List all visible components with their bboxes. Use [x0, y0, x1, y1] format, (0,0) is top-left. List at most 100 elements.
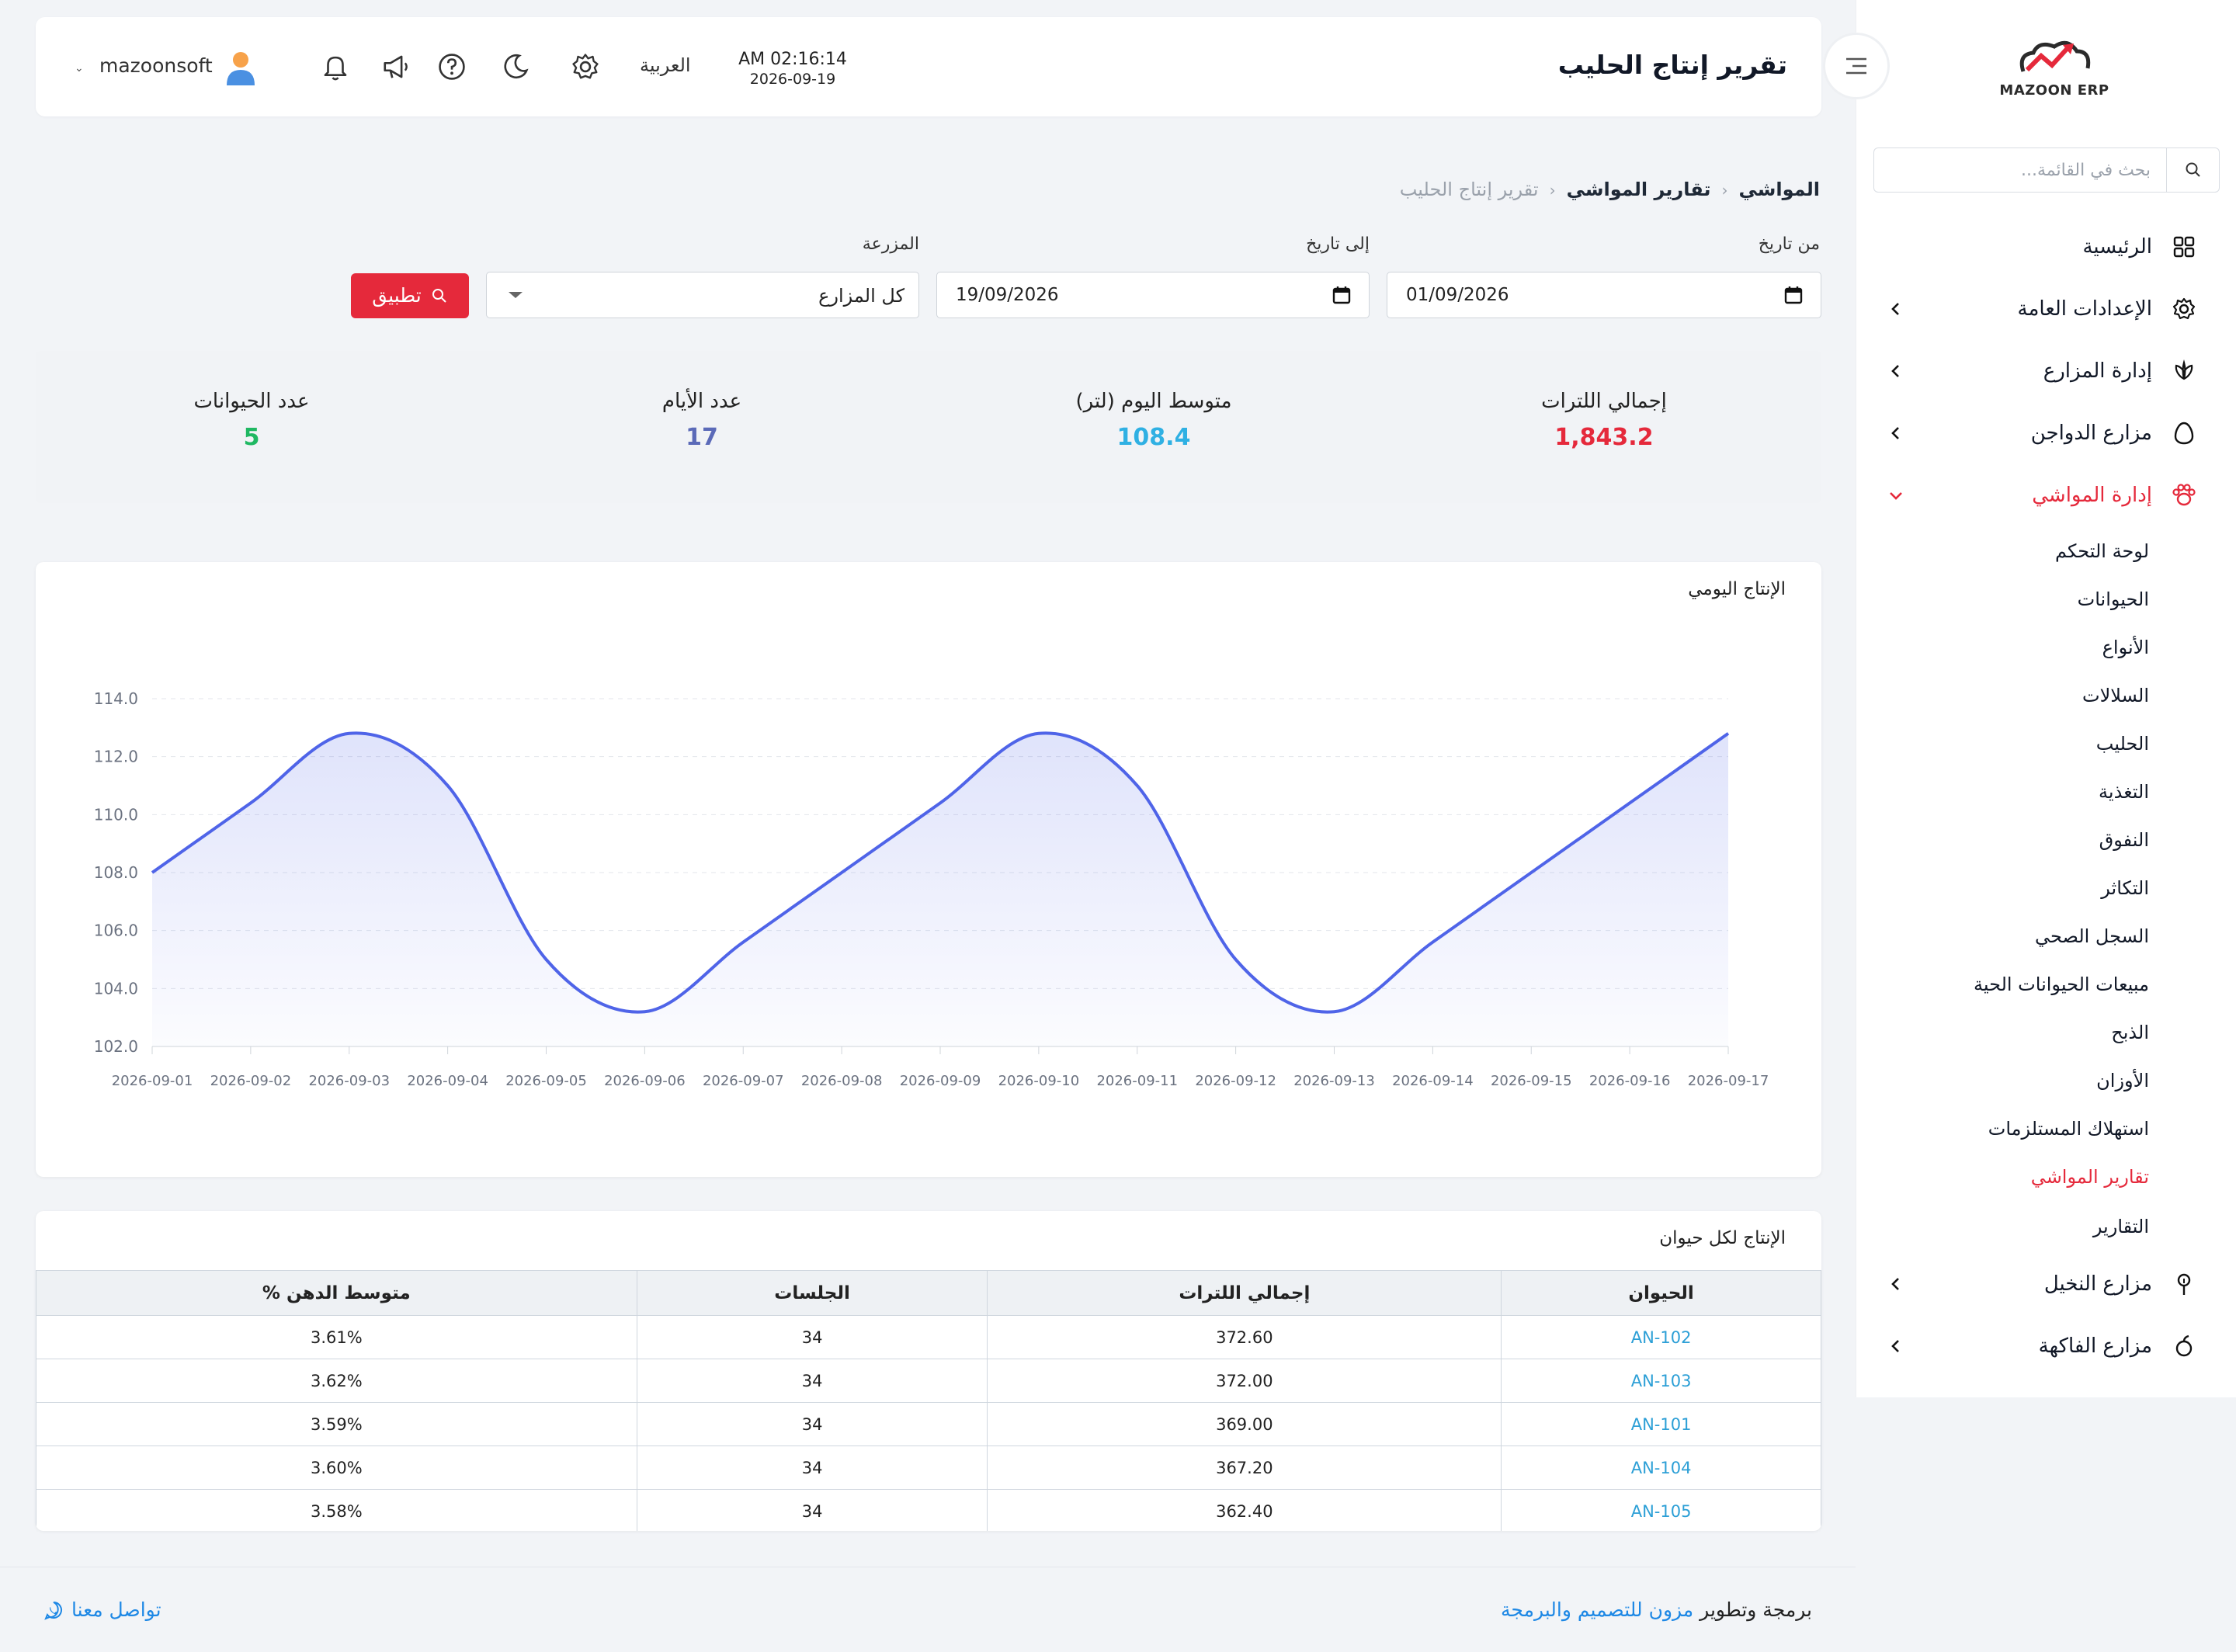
nav-label-palm-farms: مزارع النخيل: [2043, 1272, 2152, 1296]
subnav-livestock-reports[interactable]: تقارير المواشي: [2031, 1161, 2149, 1192]
cell-animal[interactable]: AN-104: [1501, 1446, 1821, 1490]
breadcrumb-current: تقرير إنتاج الحليب: [1399, 179, 1539, 200]
subnav-supplies[interactable]: استهلاك المستلزمات: [1988, 1113, 2149, 1144]
contact-label: تواصل معنا: [71, 1598, 161, 1621]
bell-icon: [324, 56, 347, 81]
dark-mode-toggle[interactable]: [498, 50, 533, 84]
calendar-icon[interactable]: [1332, 285, 1352, 305]
cell-animal[interactable]: AN-101: [1501, 1402, 1821, 1446]
subnav-milk[interactable]: الحليب: [2096, 728, 2149, 759]
apply-button[interactable]: تطبيق: [351, 273, 469, 318]
whatsapp-icon: [44, 1601, 62, 1620]
nav-label-fruit-farms: مزارع الفاكهة: [2038, 1334, 2152, 1358]
cell-total-liters: 369.00: [987, 1402, 1502, 1446]
subnav-mortality[interactable]: النفوق: [2099, 824, 2149, 856]
chevron-down-icon[interactable]: ⌄: [75, 62, 84, 75]
cell-animal[interactable]: AN-103: [1501, 1359, 1821, 1403]
nav-item-farms[interactable]: إدارة المزارع: [1887, 348, 2197, 394]
subnav-health-record[interactable]: السجل الصحي: [2035, 921, 2149, 952]
nav-item-general-settings[interactable]: الإعدادات العامة: [1887, 286, 2197, 332]
subnav-types[interactable]: الأنواع: [2102, 632, 2149, 663]
x-tick-label: 2026-09-11: [1096, 1073, 1178, 1089]
nav-label-farms: إدارة المزارع: [2043, 359, 2152, 383]
table-title: الإنتاج لكل حيوان: [1659, 1228, 1786, 1248]
grid-icon: [2171, 234, 2197, 260]
sidebar-toggle-button[interactable]: [1823, 33, 1890, 99]
subnav-animals[interactable]: الحيوانات: [2078, 584, 2149, 615]
x-tick-label: 2026-09-12: [1195, 1073, 1276, 1089]
footer-credit-link[interactable]: مزون للتصميم والبرمجة: [1501, 1598, 1693, 1621]
settings-button[interactable]: [568, 50, 602, 84]
megaphone-icon: [384, 55, 408, 78]
subnav-feeding[interactable]: التغذية: [2099, 776, 2149, 807]
gear-icon: [2171, 296, 2197, 322]
help-icon: [439, 54, 465, 80]
subnav-weights[interactable]: الأوزان: [2096, 1065, 2149, 1096]
chevron-left-icon: ‹: [1549, 181, 1556, 200]
table-row[interactable]: AN-104 367.20 34 3.60%: [36, 1446, 1821, 1490]
announcements-button[interactable]: [379, 50, 413, 84]
table-row[interactable]: AN-103 372.00 34 3.62%: [36, 1359, 1821, 1403]
subnav-breeds[interactable]: السلالات: [2082, 680, 2149, 711]
notifications-button[interactable]: [318, 50, 352, 84]
caret-down-icon: [509, 292, 523, 298]
nav-item-palm-farms[interactable]: مزارع النخيل: [1887, 1261, 2197, 1307]
subnav-breeding[interactable]: التكاثر: [2101, 873, 2149, 904]
subnav-dashboard[interactable]: لوحة التحكم: [2055, 536, 2149, 567]
avatar[interactable]: [222, 48, 259, 87]
cell-avg-fat: 3.58%: [36, 1489, 637, 1531]
table-row[interactable]: AN-102 372.60 34 3.61%: [36, 1315, 1821, 1359]
breadcrumb-parent[interactable]: تقارير المواشي: [1567, 179, 1711, 200]
col-avg-fat: متوسط الدهن %: [36, 1270, 637, 1316]
cell-animal[interactable]: AN-102: [1501, 1315, 1821, 1359]
farm-select[interactable]: كل المزارع: [486, 272, 919, 318]
cell-total-liters: 367.20: [987, 1446, 1502, 1490]
brand-logo[interactable]: MAZOON ERP: [1996, 31, 2113, 102]
to-date-value: 19/09/2026: [956, 285, 1059, 305]
nav-item-poultry[interactable]: مزارع الدواجن: [1887, 410, 2197, 456]
cell-sessions: 34: [636, 1402, 988, 1446]
leaf-icon: [2171, 358, 2197, 384]
chevron-left-icon: ‹: [1721, 181, 1728, 200]
y-tick-label: 104.0: [94, 979, 138, 998]
from-date-field[interactable]: 01/09/2026: [1387, 272, 1821, 318]
y-tick-label: 102.0: [94, 1037, 138, 1056]
user-name[interactable]: mazoonsoft: [99, 54, 213, 77]
cell-sessions: 34: [636, 1315, 988, 1359]
stat-days-count: عدد الأيام 17: [585, 390, 818, 451]
daily-production-chart: 102.0 104.0 106.0 108.0 110.0 112.0 114.0 2026…: [94, 689, 1769, 1089]
stat-value: 5: [243, 424, 260, 451]
contact-link[interactable]: تواصل معنا: [43, 1598, 161, 1621]
help-button[interactable]: [435, 50, 469, 84]
calendar-icon[interactable]: [1783, 285, 1804, 305]
to-date-field[interactable]: 19/09/2026: [936, 272, 1370, 318]
nav-item-home[interactable]: الرئيسية: [1887, 224, 2197, 270]
language-switch[interactable]: العربية: [640, 54, 691, 76]
top-bar: تقرير إنتاج الحليب AM 02:16:14 2026-09-1…: [36, 17, 1821, 116]
menu-search-input[interactable]: [1874, 148, 2169, 192]
subnav-slaughter[interactable]: الذبح: [2111, 1017, 2149, 1048]
daily-production-card: الإنتاج اليومي 102.0 104.0 106.0 108.0 110.0…: [36, 562, 1821, 1177]
nav-item-fruit-farms[interactable]: مزارع الفاكهة: [1887, 1323, 2197, 1369]
footer-credit-prefix: برمجة وتطوير: [1700, 1598, 1812, 1621]
search-icon: [2186, 162, 2200, 177]
nav-item-livestock[interactable]: إدارة المواشي: [1887, 472, 2197, 519]
x-tick-label: 2026-09-08: [801, 1073, 883, 1089]
cell-avg-fat: 3.60%: [36, 1446, 637, 1490]
stat-value: 1,843.2: [1554, 424, 1654, 451]
breadcrumb-root[interactable]: المواشي: [1739, 179, 1820, 200]
subnav-live-sales[interactable]: مبيعات الحيوانات الحية: [1974, 969, 2149, 1000]
stat-value: 17: [686, 424, 718, 451]
apply-button-label: تطبيق: [372, 285, 422, 307]
table-row[interactable]: AN-105 362.40 34 3.58%: [36, 1489, 1821, 1531]
cell-animal[interactable]: AN-105: [1501, 1489, 1821, 1531]
palm-icon: [2171, 1271, 2197, 1297]
search-button[interactable]: [2166, 148, 2219, 192]
cell-total-liters: 372.00: [987, 1359, 1502, 1403]
footer-credit: برمجة وتطوير مزون للتصميم والبرمجة: [1501, 1598, 1812, 1621]
table-row[interactable]: AN-101 369.00 34 3.59%: [36, 1402, 1821, 1446]
y-tick-label: 106.0: [94, 921, 138, 940]
menu-search: [1873, 148, 2220, 193]
subnav-reports[interactable]: التقارير: [2093, 1211, 2149, 1242]
chart-area: [152, 733, 1728, 1046]
